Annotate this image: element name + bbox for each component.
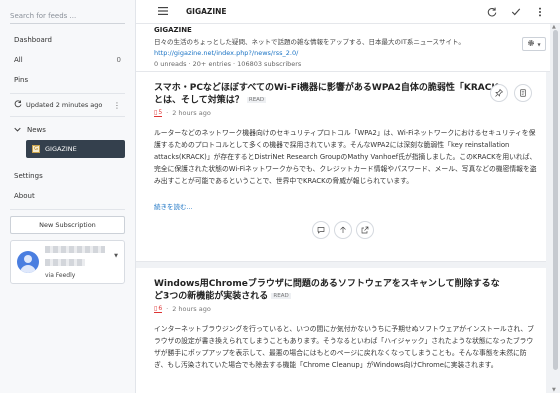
- bookmark-count: 5: [158, 108, 163, 116]
- page-title: GIGAZINE: [186, 7, 227, 16]
- gear-icon: [527, 39, 535, 49]
- chevron-down-icon[interactable]: [14, 126, 21, 135]
- sidebar: Dashboard All 0 Pins Updated 2 minutes a…: [0, 0, 136, 393]
- article-title-text[interactable]: Windows用Chromeブラウザに問題のあるソフトウェアをスキャンして削除す…: [154, 279, 500, 302]
- article-body: インターネットブラウジングを行っていると、いつの間にか気付かないうちに予期せぬソ…: [154, 324, 534, 369]
- feed-settings-button[interactable]: ▼: [522, 37, 546, 51]
- article-time: 2 hours ago: [172, 304, 211, 313]
- bookmark-icon: ▯: [154, 304, 158, 312]
- read-badge: READ: [246, 97, 267, 103]
- article-title-text[interactable]: スマホ・PCなどほぼすべてのWi-Fi機器に影響があるWPA2自体の脆弱性「KR…: [154, 83, 503, 106]
- sidebar-item-pins[interactable]: Pins: [0, 70, 135, 90]
- article-footer-actions: [154, 211, 532, 247]
- article-title[interactable]: Windows用Chromeブラウザに問題のあるソフトウェアをスキャンして削除す…: [154, 278, 504, 303]
- new-subscription-button[interactable]: New Subscription: [10, 216, 125, 234]
- redacted-account-name: [45, 245, 105, 253]
- redacted-account-email: [45, 258, 85, 266]
- article-view-button[interactable]: [514, 84, 532, 102]
- comment-icon: [317, 226, 325, 234]
- sidebar-item-about[interactable]: About: [0, 186, 135, 206]
- more-vertical-icon[interactable]: [530, 2, 550, 22]
- search-input[interactable]: [10, 11, 125, 20]
- scroll-down-icon[interactable]: ▼: [552, 387, 556, 393]
- article-time: 2 hours ago: [172, 108, 211, 117]
- article-title[interactable]: スマホ・PCなどほぼすべてのWi-Fi機器に影響があるWPA2自体の脆弱性「KR…: [154, 82, 504, 107]
- caret-down-icon[interactable]: ▼: [114, 253, 118, 259]
- article-body: ルーターなどのネットワーク機器向けのセキュリティプロトコル「WPA2」は、Wi-…: [154, 128, 537, 185]
- sidebar-item-label: Dashboard: [14, 36, 52, 44]
- bookmark-icon: ▯: [154, 108, 158, 116]
- search-field[interactable]: [10, 8, 125, 24]
- avatar: [17, 251, 39, 273]
- feed-header: GIGAZINE 日々の生活のちょっとした疑問、ネットで話題の雑な情報をアップす…: [136, 24, 560, 72]
- sidebar-item-dashboard[interactable]: Dashboard: [0, 30, 135, 50]
- hatena-bookmark-count[interactable]: ▯ 5: [154, 108, 163, 117]
- menu-icon[interactable]: [158, 6, 168, 17]
- sidebar-item-label: Settings: [14, 172, 43, 180]
- document-icon: [520, 89, 526, 97]
- caret-down-icon: ▼: [537, 41, 541, 47]
- sidebar-feed-gigazine[interactable]: G GIGAZINE: [26, 140, 125, 158]
- sidebar-item-label: Pins: [14, 76, 29, 84]
- feed-label: GIGAZINE: [45, 145, 77, 153]
- feed-favicon-icon: G: [32, 145, 40, 153]
- share-button[interactable]: [334, 220, 352, 239]
- refresh-icon[interactable]: [482, 2, 502, 22]
- updated-text: Updated 2 minutes ago: [26, 101, 103, 109]
- open-external-button[interactable]: [356, 220, 374, 239]
- mark-read-check-icon[interactable]: [506, 2, 526, 22]
- pin-icon: [495, 89, 503, 97]
- main-content: GIGAZINE GIGAZINE 日々の生活のちょっとした疑問、ネットで話題の…: [136, 0, 560, 393]
- account-provider: via Feedly: [45, 271, 76, 279]
- divider: [10, 209, 125, 210]
- article-card[interactable]: Windows用Chromeブラウザに問題のあるソフトウェアをスキャンして削除す…: [136, 268, 546, 393]
- feed-url-link[interactable]: http://gigazine.net/index.php?/news/rss_…: [154, 49, 546, 57]
- feed-name: GIGAZINE: [154, 26, 192, 34]
- share-icon: [340, 226, 346, 233]
- separator-dot: ·: [166, 108, 169, 117]
- category-news[interactable]: News: [0, 120, 135, 140]
- sidebar-item-label: About: [14, 192, 35, 200]
- bookmark-count: 6: [158, 304, 163, 312]
- article-meta: ▯ 5 · 2 hours ago: [154, 109, 532, 117]
- sidebar-item-all[interactable]: All 0: [0, 50, 135, 70]
- divider: [10, 116, 125, 117]
- comment-button[interactable]: [312, 220, 330, 239]
- toolbar: GIGAZINE: [136, 0, 560, 24]
- divider: [10, 93, 125, 94]
- article-actions: [490, 84, 532, 102]
- article-meta: ▯ 6 · 2 hours ago: [154, 305, 532, 313]
- article-card[interactable]: スマホ・PCなどほぼすべてのWi-Fi機器に影響があるWPA2自体の脆弱性「KR…: [136, 72, 546, 262]
- external-link-icon: [361, 226, 369, 233]
- sync-icon: [14, 100, 22, 110]
- feed-description: 日々の生活のちょっとした疑問、ネットで話題の雑な情報をアップする、日本最大のIT…: [154, 38, 465, 46]
- more-vertical-icon[interactable]: ⋮: [113, 101, 121, 110]
- sidebar-item-settings[interactable]: Settings: [0, 166, 135, 186]
- category-label: News: [27, 126, 46, 134]
- read-more-link[interactable]: 続きを読む...: [154, 201, 532, 211]
- feed-stats: 0 unreads · 20+ entries · 106803 subscri…: [154, 60, 302, 68]
- separator-dot: ·: [166, 304, 169, 313]
- hatena-bookmark-count[interactable]: ▯ 6: [154, 304, 163, 313]
- scrollbar[interactable]: ▲ ▼: [550, 24, 560, 393]
- account-card[interactable]: via Feedly ▼: [10, 240, 125, 284]
- unread-count: 0: [116, 56, 121, 64]
- refresh-status[interactable]: Updated 2 minutes ago ⋮: [0, 97, 135, 113]
- scrollbar-thumb[interactable]: [553, 30, 558, 370]
- sidebar-item-label: All: [14, 56, 23, 64]
- pin-button[interactable]: [490, 84, 508, 102]
- read-badge: READ: [271, 293, 291, 299]
